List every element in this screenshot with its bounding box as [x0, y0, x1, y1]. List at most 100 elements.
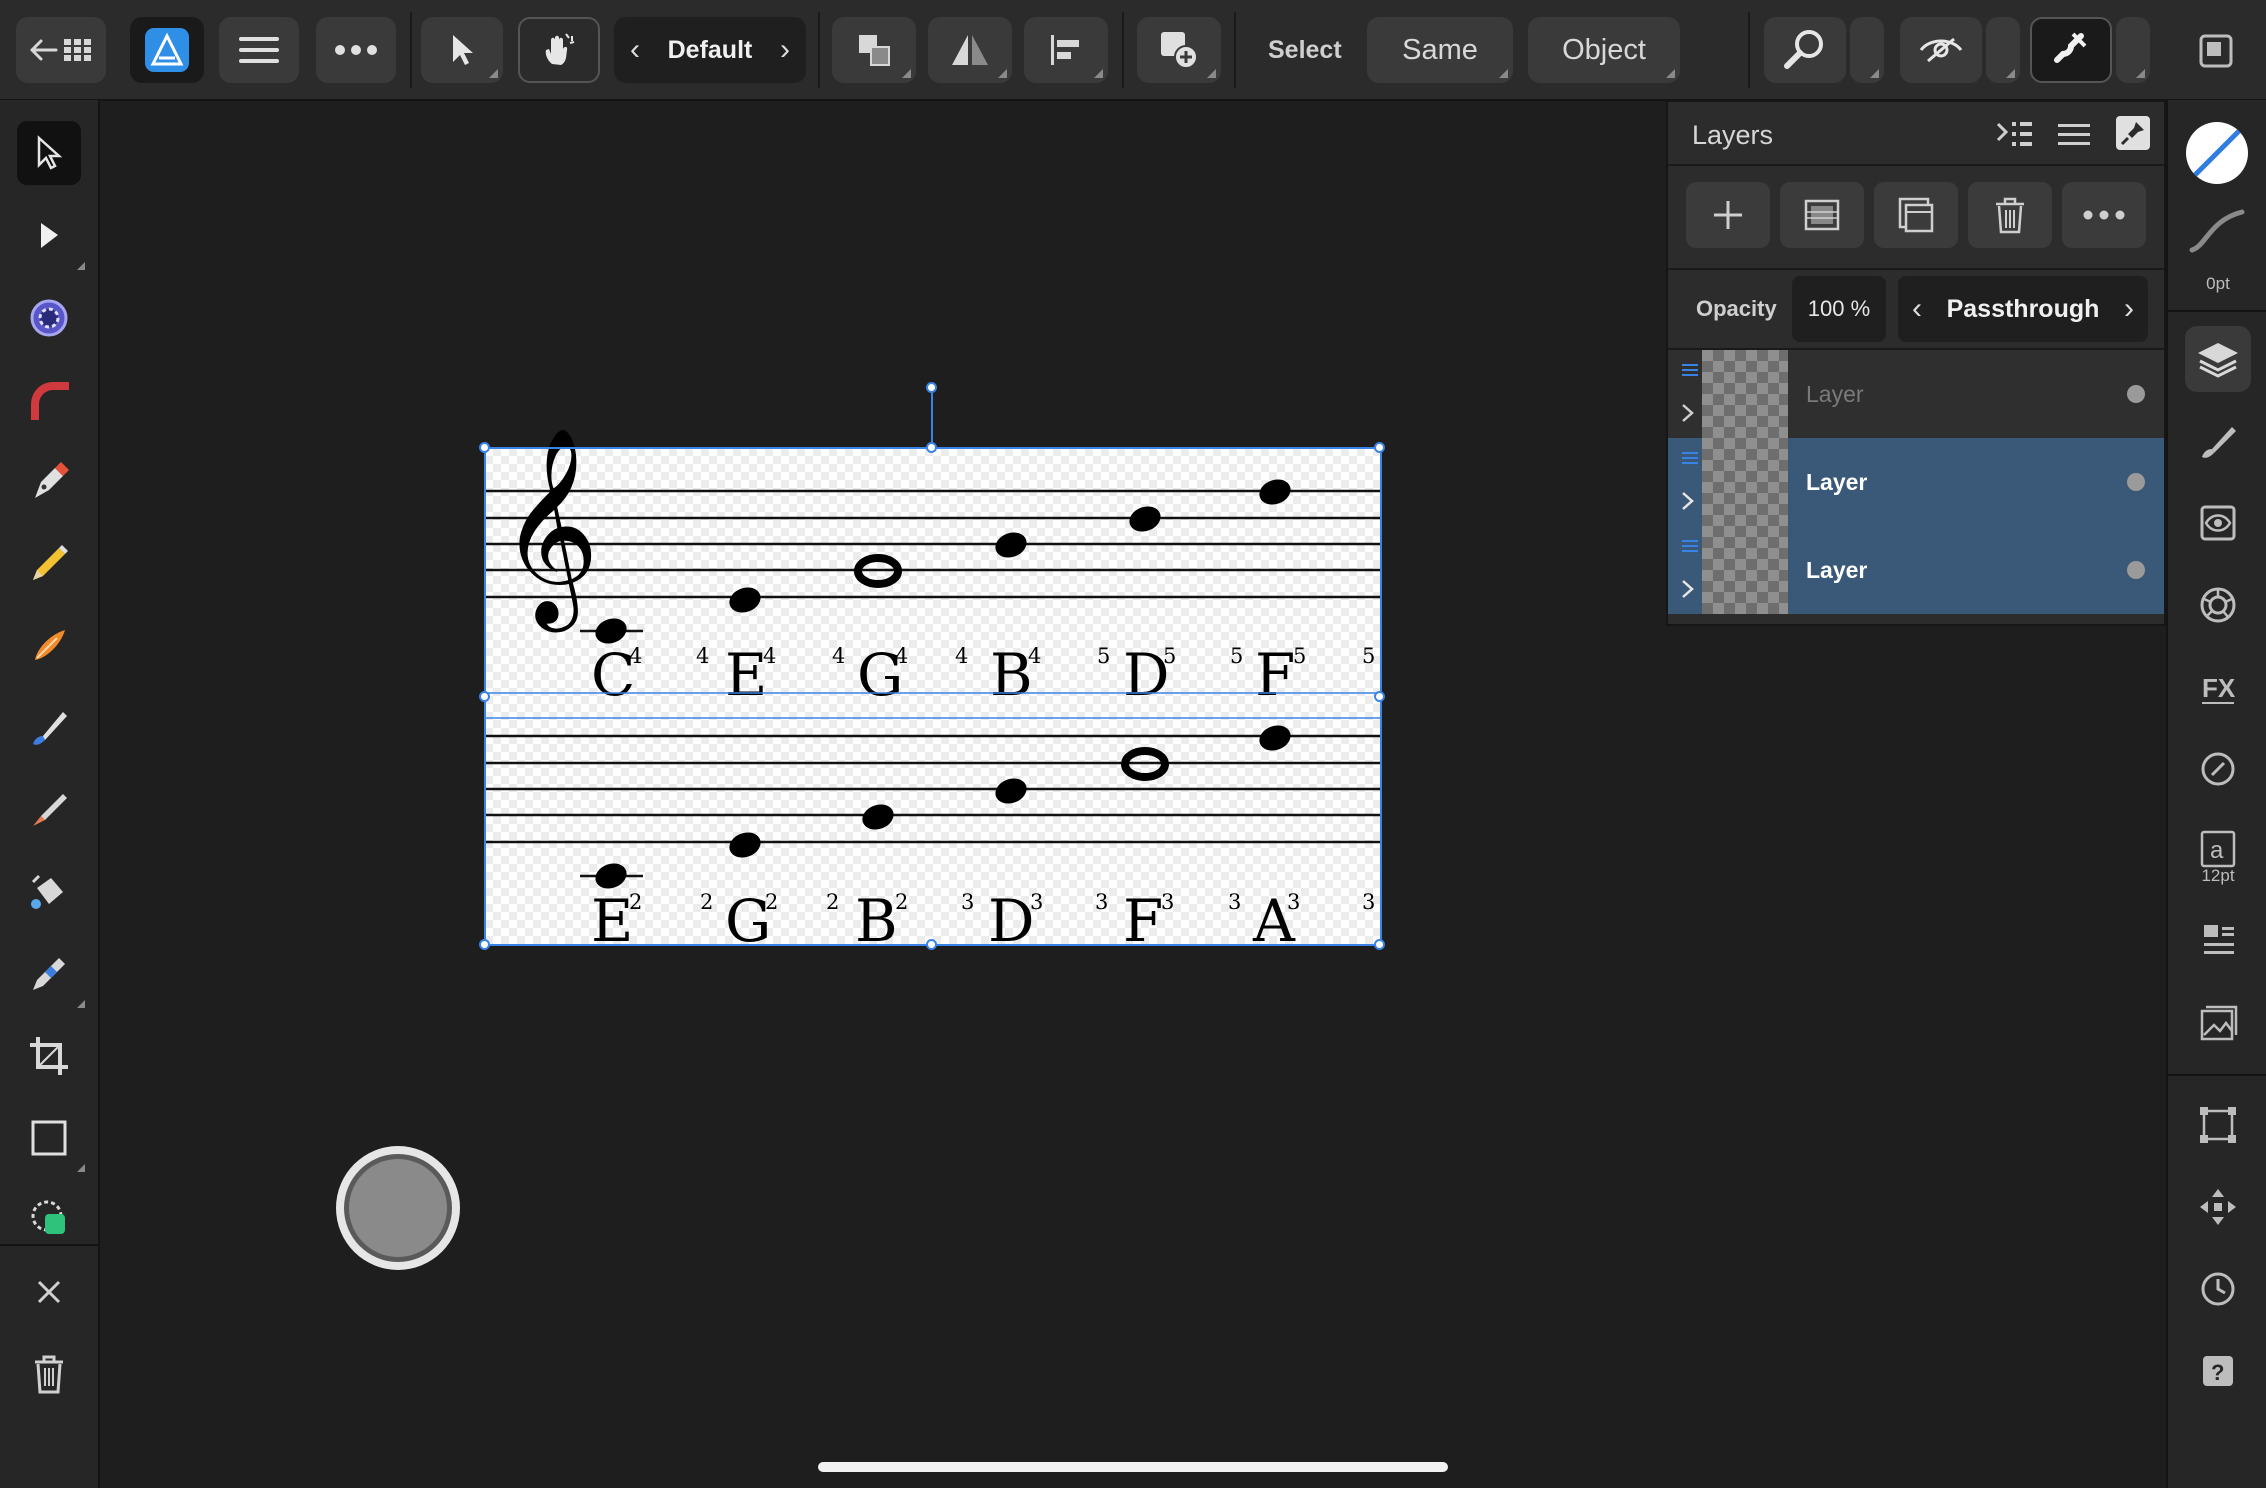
resize-handle-bottom[interactable] — [926, 939, 937, 950]
chevron-right-icon[interactable]: › — [2124, 292, 2134, 326]
blend-mode-selector[interactable]: ‹ Passthrough › — [1898, 276, 2148, 342]
resize-handle-left[interactable] — [479, 691, 490, 702]
view-options-button[interactable] — [1986, 17, 2020, 83]
resize-handle-top-right[interactable] — [1374, 442, 1385, 453]
layer-handle-icon[interactable] — [1682, 538, 1698, 556]
gauge-icon — [2201, 752, 2235, 786]
expand-chevron-icon[interactable] — [1680, 402, 1696, 424]
layer-handle-icon[interactable] — [1682, 362, 1698, 380]
select-same-button[interactable]: Same — [1367, 17, 1513, 83]
navigator-studio-button[interactable] — [2185, 1174, 2251, 1240]
expand-chevron-icon[interactable] — [1680, 490, 1696, 512]
pin-panel-button[interactable] — [2116, 116, 2150, 150]
gradient-pencil-icon — [33, 958, 65, 990]
brushes-studio-button[interactable] — [2185, 408, 2251, 474]
view-mode-button[interactable] — [1900, 17, 1982, 83]
vector-brush-tool[interactable] — [17, 614, 81, 678]
snapping-button[interactable] — [2030, 17, 2112, 83]
insert-object-button[interactable] — [1137, 17, 1221, 83]
text-studio-button[interactable]: a — [2185, 818, 2251, 898]
align-button[interactable] — [1024, 17, 1108, 83]
appearance-studio-button[interactable] — [2185, 490, 2251, 556]
svg-text:a: a — [2210, 837, 2224, 864]
resize-handle-top[interactable] — [926, 442, 937, 453]
menu-button[interactable] — [219, 17, 299, 83]
layer-name: Layer — [1806, 469, 1868, 495]
rotation-handle[interactable] — [926, 382, 937, 393]
layer-row[interactable]: Layer — [1668, 350, 2164, 438]
align-left-icon — [1051, 35, 1079, 65]
pen-tool[interactable] — [17, 450, 81, 514]
resize-handle-bottom-right[interactable] — [1374, 939, 1385, 950]
layer-row[interactable]: Layer — [1668, 438, 2164, 526]
paint-bucket-icon — [31, 874, 63, 909]
layer-more-button[interactable] — [2062, 182, 2146, 248]
assets-studio-button[interactable] — [2185, 990, 2251, 1056]
panel-menu-button[interactable] — [2056, 120, 2092, 155]
chevron-left-icon[interactable]: ‹ — [630, 33, 640, 67]
fx-studio-button[interactable]: FX — [2185, 654, 2251, 720]
zoom-button[interactable] — [1764, 17, 1846, 83]
transform-studio-button[interactable] — [2185, 1092, 2251, 1158]
plus-icon — [1714, 201, 1742, 229]
layer-handle-icon[interactable] — [1682, 450, 1698, 468]
resize-handle-bottom-left[interactable] — [479, 939, 490, 950]
add-mask-layer-button[interactable] — [1780, 182, 1864, 248]
select-object-button[interactable]: Object — [1528, 17, 1680, 83]
opacity-field[interactable]: 100 % — [1792, 276, 1886, 342]
vector-brush-icon — [35, 630, 65, 660]
stroke-well[interactable] — [2188, 206, 2248, 261]
layer-row[interactable]: Layer — [1668, 526, 2164, 614]
more-button[interactable] — [316, 17, 396, 83]
back-to-gallery-button[interactable] — [16, 17, 106, 83]
visibility-toggle[interactable] — [2127, 561, 2145, 579]
no-fill-icon — [2190, 126, 2244, 180]
back-grid-icon — [30, 39, 91, 61]
arrange-button[interactable] — [832, 17, 916, 83]
delete-layer-button[interactable] — [1968, 182, 2052, 248]
layer-options-button[interactable] — [1996, 120, 2032, 155]
rectangle-tool[interactable] — [17, 1106, 85, 1172]
fill-tool[interactable] — [17, 860, 81, 924]
paragraph-studio-button[interactable] — [2185, 908, 2251, 974]
clock-icon — [2201, 1272, 2235, 1306]
flip-button[interactable] — [928, 17, 1012, 83]
chevron-left-icon[interactable]: ‹ — [1912, 292, 1922, 326]
layers-studio-button[interactable] — [2185, 326, 2251, 392]
history-studio-button[interactable] — [2185, 1256, 2251, 1322]
place-image-tool[interactable] — [17, 1186, 81, 1250]
move-tool-mode-button[interactable] — [421, 17, 503, 83]
visibility-toggle[interactable] — [2127, 473, 2145, 491]
node-tool[interactable] — [17, 204, 85, 270]
persona-preset-selector[interactable]: ‹ Default › — [614, 17, 806, 83]
expand-chevron-icon[interactable] — [1680, 578, 1696, 600]
fill-color-well[interactable] — [2186, 122, 2248, 184]
fullscreen-button[interactable] — [2198, 33, 2234, 74]
crop-tool[interactable] — [17, 1024, 81, 1088]
move-tool[interactable] — [17, 121, 81, 185]
help-button[interactable]: ? — [2185, 1338, 2251, 1404]
pixel-brush-tool[interactable] — [17, 778, 81, 842]
zoom-options-button[interactable] — [1850, 17, 1884, 83]
command-controller-button[interactable] — [336, 1146, 460, 1270]
visibility-toggle[interactable] — [2127, 385, 2145, 403]
mask-icon — [1804, 199, 1840, 231]
color-studio-button[interactable] — [2185, 572, 2251, 638]
chevron-right-icon[interactable]: › — [780, 33, 790, 67]
group-layers-button[interactable] — [1874, 182, 1958, 248]
fill-brush-tool[interactable] — [17, 696, 81, 760]
contour-tool[interactable] — [17, 286, 81, 350]
designer-persona-button[interactable] — [130, 17, 204, 83]
resize-handle-right[interactable] — [1374, 691, 1385, 702]
add-layer-button[interactable] — [1686, 182, 1770, 248]
resize-handle-top-left[interactable] — [479, 442, 490, 453]
transparency-tool[interactable] — [17, 942, 85, 1008]
close-button[interactable] — [17, 1260, 81, 1324]
stroke-width-label: 0pt — [2206, 274, 2230, 293]
delete-button[interactable] — [17, 1342, 81, 1406]
gesture-mode-button[interactable] — [518, 17, 600, 83]
snapping-options-button[interactable] — [2116, 17, 2150, 83]
pencil-tool[interactable] — [17, 532, 81, 596]
corner-tool[interactable] — [17, 368, 81, 432]
transparency-studio-button[interactable] — [2185, 736, 2251, 802]
